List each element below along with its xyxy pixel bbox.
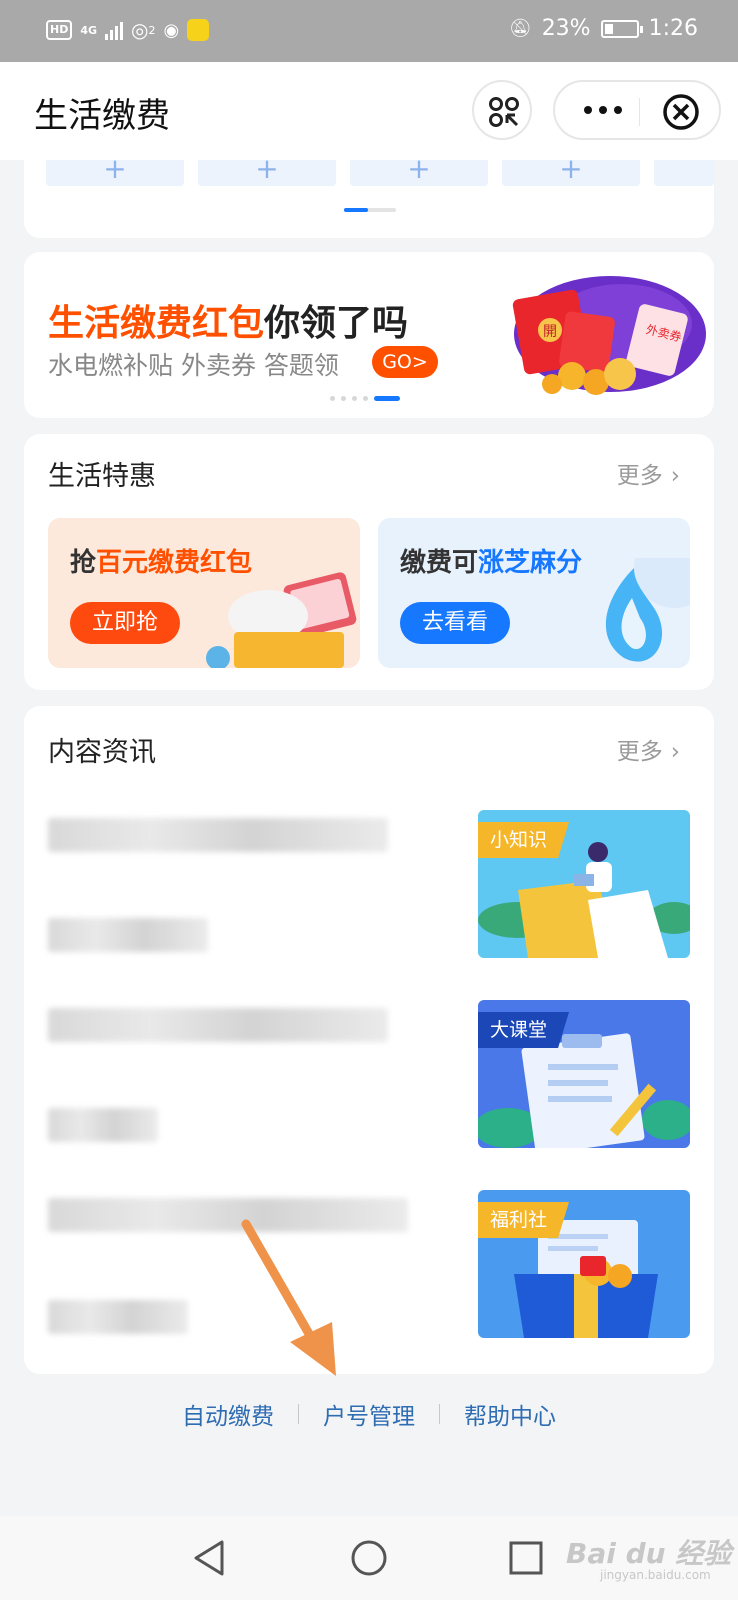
more-menu-button[interactable] (581, 100, 625, 120)
thumbnail-tag: 大课堂 (478, 1012, 570, 1048)
add-account-tile[interactable]: + (350, 155, 488, 186)
grab-now-button[interactable]: 立即抢 (70, 602, 180, 644)
help-center-link[interactable]: 帮助中心 (464, 1397, 556, 1431)
status-bar: HD 4G ◎ 2 ◉ 🔕︎ 23% 1:26 (0, 0, 738, 62)
baidu-watermark: Bai du 经验 (566, 1537, 732, 1570)
thumbnail-tag: 小知识 (478, 822, 570, 858)
scan-button[interactable] (472, 80, 532, 140)
news-thumbnail: 福利社 (478, 1190, 690, 1338)
close-icon[interactable] (661, 92, 701, 132)
quick-add-card: + + + + (24, 150, 714, 238)
hd-badge: HD (46, 20, 73, 40)
banner-title-highlight: 生活缴费红包 (48, 303, 265, 344)
battery-icon (600, 19, 643, 38)
recents-icon[interactable] (506, 1536, 546, 1580)
blurred-meta (48, 1108, 158, 1142)
add-account-tile[interactable]: + (198, 155, 336, 186)
gift-box-illustration (206, 572, 357, 668)
news-thumbnail: 小知识 (478, 810, 690, 958)
add-account-tile[interactable] (654, 156, 714, 186)
signal-icon (105, 20, 124, 40)
more-label: 更多 (616, 463, 663, 489)
promo-title-b: 涨芝麻分 (478, 548, 583, 578)
go-button[interactable]: GO> (372, 346, 438, 378)
page-title: 生活缴费 (34, 96, 170, 136)
go-look-button[interactable]: 去看看 (400, 602, 510, 644)
divider (439, 1404, 440, 1424)
red-packet-char: 開 (543, 324, 557, 340)
status-right: 🔕︎ 23% 1:26 (509, 16, 698, 41)
add-account-tile[interactable]: + (502, 155, 640, 186)
red-packet-banner[interactable]: 生活缴费红包你领了吗 水电燃补贴 外卖券 答题领 GO> 開 外卖券 (24, 252, 714, 418)
clock: 1:26 (648, 16, 698, 41)
network-label: 4G (80, 23, 98, 37)
blurred-meta (48, 1300, 188, 1334)
news-item[interactable]: 大课堂 (24, 1000, 714, 1150)
annotation-arrow (241, 1219, 336, 1376)
hotspot-icon: ◎ (131, 18, 149, 42)
app-notification-icon (187, 19, 210, 41)
thumbnail-tag: 福利社 (478, 1202, 570, 1238)
chevron-right-icon: › (670, 739, 680, 765)
promo-title-a: 抢 (70, 548, 97, 578)
footer-links: 自动缴费 户号管理 帮助中心 (0, 1394, 738, 1434)
banner-subtitle: 水电燃补贴 外卖券 答题领 (48, 351, 339, 380)
blurred-headline (48, 818, 388, 852)
hotspot-count: 2 (148, 23, 156, 37)
app-header: 生活缴费 (0, 62, 738, 160)
content-news-card: 内容资讯 更多 › 小知识 大课堂 福利社 (24, 706, 714, 1374)
promo-title: 缴费可涨芝麻分 (400, 542, 582, 579)
life-specials-card: 生活特惠 更多 › 抢百元缴费红包 立即抢 缴费可涨芝麻分 去看看 (24, 434, 714, 690)
battery-percent: 23% (541, 16, 591, 41)
blurred-headline (48, 1008, 388, 1042)
promo-sesame-credit[interactable]: 缴费可涨芝麻分 去看看 (378, 518, 690, 668)
banner-title-rest: 你领了吗 (264, 303, 409, 344)
mute-bell-icon: 🔕︎ (508, 18, 532, 39)
divider (298, 1404, 299, 1424)
promo-red-packet[interactable]: 抢百元缴费红包 立即抢 (48, 518, 360, 668)
back-icon[interactable] (190, 1536, 230, 1580)
more-label: 更多 (616, 739, 663, 765)
banner-title: 生活缴费红包你领了吗 (48, 294, 408, 346)
page-indicator (344, 208, 396, 212)
more-link[interactable]: 更多 › (617, 732, 680, 766)
scan-icon (489, 97, 519, 127)
eye-icon: ◉ (163, 19, 180, 41)
account-management-link[interactable]: 户号管理 (323, 1397, 415, 1431)
blurred-meta (48, 918, 208, 952)
baidu-watermark-url: jingyan.baidu.com (600, 1568, 711, 1582)
home-icon[interactable] (349, 1536, 389, 1580)
news-thumbnail: 大课堂 (478, 1000, 690, 1148)
news-item[interactable]: 福利社 (24, 1190, 714, 1340)
add-account-tile[interactable]: + (46, 155, 184, 186)
red-packet-illustration: 開 外卖券 (512, 276, 706, 395)
news-item[interactable]: 小知识 (24, 810, 714, 960)
promo-title-a: 缴费可 (400, 548, 479, 578)
banner-carousel-dots (330, 396, 400, 401)
section-title: 内容资讯 (48, 737, 156, 768)
auto-pay-link[interactable]: 自动缴费 (182, 1397, 274, 1431)
sesame-icon (605, 558, 690, 662)
chevron-right-icon: › (670, 463, 680, 489)
more-link[interactable]: 更多 › (617, 456, 680, 490)
mini-program-capsule (553, 80, 721, 140)
status-left: HD 4G ◎ 2 ◉ (46, 18, 210, 42)
section-title: 生活特惠 (48, 461, 156, 492)
